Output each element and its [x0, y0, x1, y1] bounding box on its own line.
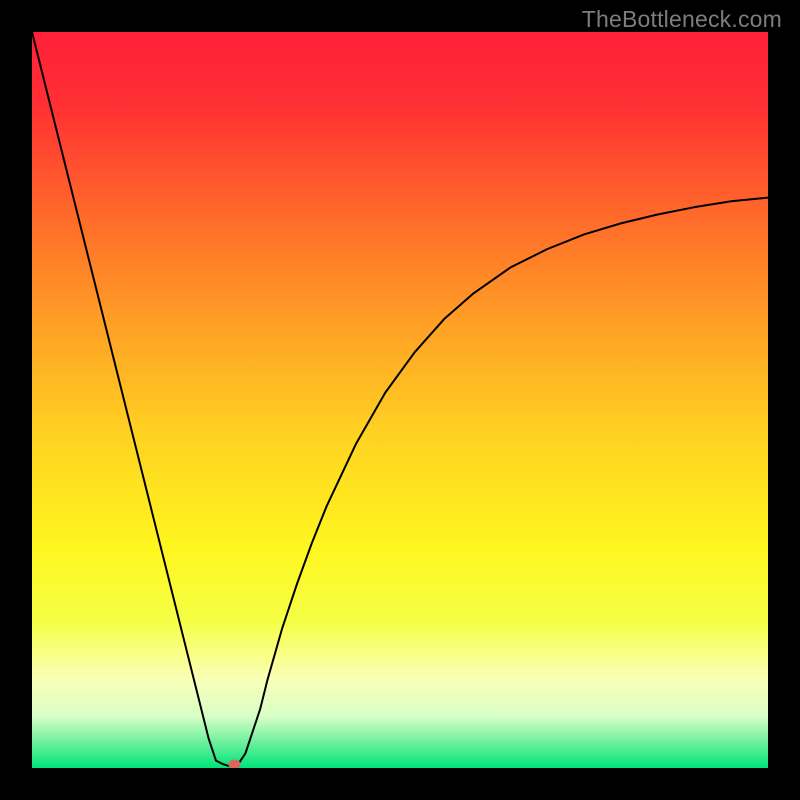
plot-area [32, 32, 768, 768]
chart-frame: TheBottleneck.com [0, 0, 800, 800]
gradient-background [32, 32, 768, 768]
chart-svg [32, 32, 768, 768]
watermark-text: TheBottleneck.com [582, 6, 782, 33]
